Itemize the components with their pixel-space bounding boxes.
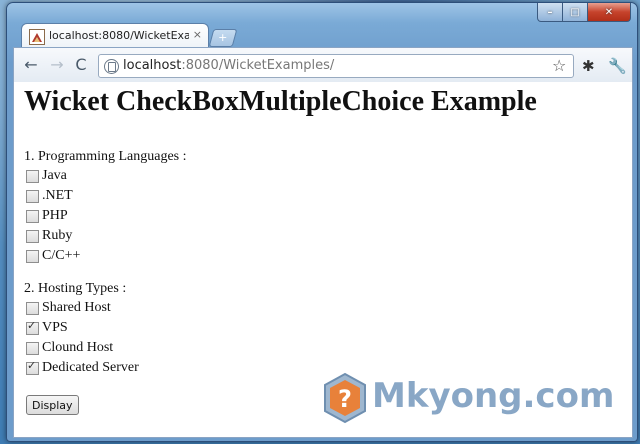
checkbox-unchecked[interactable] — [26, 341, 39, 355]
watermark-text: Mkyong.com — [372, 376, 615, 416]
reload-button[interactable]: C — [72, 56, 90, 74]
close-window-button[interactable]: ✕ — [588, 3, 631, 22]
checkbox-option[interactable]: Shared Host — [26, 299, 111, 317]
checkbox-label: Clound Host — [42, 340, 114, 355]
checkbox-label: Dedicated Server — [42, 360, 139, 375]
url-host: localhost — [123, 58, 182, 73]
window-controls: – □ ✕ — [537, 3, 631, 22]
back-button[interactable]: ← — [22, 56, 40, 74]
checkbox-label: VPS — [42, 320, 68, 335]
page-title: Wicket CheckBoxMultipleChoice Example — [24, 86, 537, 117]
checkbox-label: PHP — [42, 208, 68, 223]
checkbox-unchecked[interactable] — [26, 189, 39, 203]
checkbox-unchecked[interactable] — [26, 249, 39, 263]
page-viewport: Wicket CheckBoxMultipleChoice Example 1.… — [13, 82, 633, 438]
checkbox-unchecked[interactable] — [26, 301, 39, 315]
page-icon — [104, 59, 119, 74]
tab-title: localhost:8080/WicketExa... — [49, 29, 189, 42]
checkbox-option[interactable]: C/C++ — [26, 247, 80, 265]
checkbox-option[interactable]: Java — [26, 167, 67, 185]
watermark-logo-icon: ? — [324, 372, 366, 424]
extension-icon[interactable]: ✱ — [582, 58, 595, 74]
maximize-icon: □ — [570, 6, 580, 18]
checkbox-unchecked[interactable] — [26, 229, 39, 243]
checkbox-label: Ruby — [42, 228, 73, 243]
checkbox-option[interactable]: Clound Host — [26, 339, 113, 357]
checkbox-label: C/C++ — [42, 248, 81, 263]
bookmark-star-icon[interactable]: ☆ — [552, 58, 566, 74]
url-text: localhost:8080/WicketExamples/ — [123, 58, 334, 73]
hosting-label: 2. Hosting Types : — [24, 281, 127, 296]
plus-icon: + — [218, 31, 228, 44]
browser-window: – □ ✕ localhost:8080/WicketExa... × + ← … — [6, 2, 638, 442]
checkbox-option[interactable]: .NET — [26, 187, 73, 205]
checkbox-label: Shared Host — [42, 300, 111, 315]
checkbox-unchecked[interactable] — [26, 169, 39, 183]
favicon-icon — [29, 29, 45, 45]
checkbox-option[interactable]: PHP — [26, 207, 68, 225]
forward-button[interactable]: → — [48, 56, 66, 74]
checkbox-label: .NET — [42, 188, 73, 203]
wrench-menu-icon[interactable]: 🔧 — [608, 58, 627, 74]
languages-label: 1. Programming Languages : — [24, 149, 187, 164]
minimize-button[interactable]: – — [537, 3, 563, 22]
watermark: ? Mkyong.com — [322, 372, 622, 426]
new-tab-button[interactable]: + — [208, 29, 238, 47]
svg-text:?: ? — [338, 385, 352, 413]
browser-tab[interactable]: localhost:8080/WicketExa... × — [21, 23, 209, 48]
display-button[interactable]: Display — [26, 395, 79, 415]
tab-close-icon[interactable]: × — [193, 28, 202, 41]
browser-toolbar: ← → C localhost:8080/WicketExamples/ ☆ ✱… — [13, 47, 633, 83]
maximize-button[interactable]: □ — [563, 3, 588, 22]
address-bar[interactable]: localhost:8080/WicketExamples/ — [98, 54, 574, 78]
checkbox-checked[interactable] — [26, 319, 39, 335]
checkbox-option[interactable]: Dedicated Server — [26, 359, 139, 377]
checkbox-label: Java — [42, 168, 67, 183]
checkbox-checked[interactable] — [26, 359, 39, 375]
checkbox-option[interactable]: VPS — [26, 319, 68, 337]
close-icon: ✕ — [604, 6, 614, 18]
checkbox-unchecked[interactable] — [26, 209, 39, 223]
url-path: :8080/WicketExamples/ — [181, 58, 335, 73]
minimize-icon: – — [547, 6, 553, 18]
checkbox-option[interactable]: Ruby — [26, 227, 72, 245]
